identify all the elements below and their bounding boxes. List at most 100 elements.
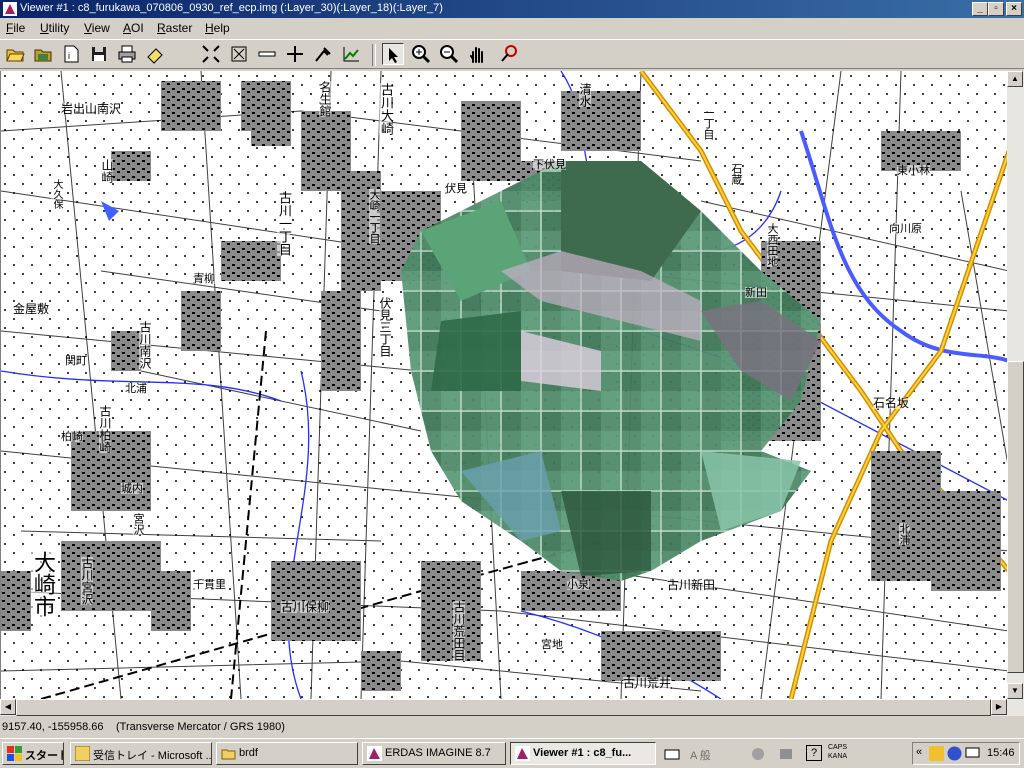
- map-viewer[interactable]: 岩出山南沢 山崎 大久保 名生館 古川大崎 清水 下伏見 大崎一丁目 古川一丁目…: [0, 71, 1008, 699]
- map-label: 古川保柳: [281, 600, 330, 614]
- windows-logo-icon: [7, 746, 22, 761]
- scroll-left-icon[interactable]: ◀: [0, 699, 16, 715]
- crosshair-icon[interactable]: [284, 43, 306, 65]
- menu-raster[interactable]: Raster: [157, 21, 192, 35]
- ime-tool-icon[interactable]: [750, 746, 766, 762]
- scroll-up-icon[interactable]: ▲: [1007, 71, 1023, 87]
- map-label: 大西田地: [766, 223, 779, 267]
- map-label: 石名坂: [873, 396, 910, 410]
- map-label: 清水: [578, 83, 592, 107]
- vertical-scrollbar[interactable]: ▲ ▼: [1007, 71, 1024, 699]
- erdas-viewer-icon: [515, 746, 530, 761]
- map-label: 宮地: [541, 638, 563, 651]
- map-label: 関町: [65, 354, 87, 367]
- map-label: 金屋敷: [13, 302, 50, 316]
- scale-icon[interactable]: [228, 43, 250, 65]
- pick-icon[interactable]: [312, 43, 334, 65]
- menu-file[interactable]: File: [6, 21, 25, 35]
- taskbar: スタート 受信トレイ - Microsoft ... brdf ERDAS IM…: [0, 738, 1024, 768]
- toolbar-separator: [372, 44, 376, 66]
- eraser-icon[interactable]: [144, 43, 166, 65]
- minimize-button[interactable]: _: [972, 2, 988, 16]
- menu-bar: File Utility View AOI Raster Help: [0, 18, 1024, 38]
- toolbar: i: [0, 39, 1024, 69]
- menu-view[interactable]: View: [84, 21, 110, 35]
- map-label: 古川荒田目: [452, 601, 466, 661]
- map-label: 古川柏崎: [98, 405, 112, 453]
- map-label: 伏見: [445, 182, 467, 195]
- map-label: 新田: [745, 286, 767, 299]
- topographic-map: [1, 71, 1008, 699]
- system-tray: « 15:46: [912, 742, 1020, 765]
- map-label: 北浦: [898, 523, 911, 545]
- status-bar: 9157.40, -155958.66 (Transverse Mercator…: [0, 717, 1024, 737]
- vertical-scroll-thumb[interactable]: [1007, 361, 1024, 673]
- save-icon[interactable]: [88, 43, 110, 65]
- clock: 15:46: [987, 747, 1015, 759]
- task-viewer[interactable]: Viewer #1 : c8_fu...: [510, 742, 656, 765]
- map-label: 一丁目: [702, 107, 715, 140]
- print-icon[interactable]: [116, 43, 138, 65]
- projection-info: (Transverse Mercator / GRS 1980): [116, 721, 285, 733]
- map-label: 古川荒井: [623, 676, 672, 690]
- scroll-right-icon[interactable]: ▶: [991, 699, 1007, 715]
- erdas-icon: [367, 746, 382, 761]
- measure-icon[interactable]: [256, 43, 278, 65]
- map-label: 古川南沢: [138, 321, 152, 369]
- title-bar[interactable]: Viewer #1 : c8_furukawa_070806_0930_ref_…: [0, 0, 1024, 18]
- zoom-out-icon[interactable]: [438, 43, 460, 65]
- keyboard-icon[interactable]: [664, 746, 680, 762]
- select-icon[interactable]: [382, 43, 404, 65]
- ime-pad-icon[interactable]: [778, 746, 794, 762]
- fit-icon[interactable]: [200, 43, 222, 65]
- map-label: 東小林: [897, 164, 930, 177]
- profile-icon[interactable]: [340, 43, 362, 65]
- map-label: 岩出山南沢: [61, 102, 122, 116]
- scroll-down-icon[interactable]: ▼: [1007, 683, 1023, 699]
- tray-expand-icon[interactable]: «: [916, 746, 922, 758]
- maximize-button[interactable]: ▫: [988, 2, 1004, 16]
- pan-icon[interactable]: [466, 43, 488, 65]
- help-icon[interactable]: ?: [806, 745, 822, 761]
- task-erdas[interactable]: ERDAS IMAGINE 8.7: [362, 742, 506, 765]
- coordinate-readout: 9157.40, -155958.66: [2, 721, 104, 733]
- menu-aoi[interactable]: AOI: [123, 21, 144, 35]
- map-label: 大久保: [51, 179, 62, 209]
- folder-icon: [221, 749, 236, 760]
- inquire-icon[interactable]: [498, 43, 520, 65]
- task-outlook[interactable]: 受信トレイ - Microsoft ...: [70, 742, 212, 765]
- map-label: 古川新田: [667, 578, 716, 592]
- start-button[interactable]: スタート: [2, 742, 64, 765]
- map-label: 千貫里: [193, 578, 226, 591]
- tray-monitor-icon[interactable]: [965, 746, 980, 761]
- menu-help[interactable]: Help: [205, 21, 230, 35]
- map-label: 伏見三丁目: [378, 297, 392, 357]
- open-layer-icon[interactable]: [32, 43, 54, 65]
- menu-utility[interactable]: Utility: [40, 21, 69, 35]
- tray-network-icon[interactable]: [947, 746, 962, 761]
- svg-text:i: i: [68, 51, 70, 61]
- map-label: 山崎: [100, 159, 114, 183]
- map-label: 柏崎: [61, 430, 83, 443]
- open-icon[interactable]: [4, 43, 26, 65]
- map-label: 名生館: [318, 81, 332, 117]
- horizontal-scroll-thumb[interactable]: [16, 699, 991, 716]
- window-title: Viewer #1 : c8_furukawa_070806_0930_ref_…: [20, 2, 443, 14]
- map-label: 大崎市: [30, 551, 55, 617]
- caps-indicator: CAPS KANA: [828, 744, 848, 760]
- new-icon[interactable]: i: [60, 43, 82, 65]
- tray-app-icon[interactable]: [929, 746, 944, 761]
- erdas-app-icon: [3, 2, 17, 16]
- task-brdf[interactable]: brdf: [216, 742, 358, 765]
- map-label: 下伏見: [533, 158, 566, 171]
- close-button[interactable]: ×: [1006, 2, 1022, 16]
- map-label: 青柳: [193, 272, 215, 285]
- ime-mode[interactable]: A 般: [690, 747, 711, 763]
- map-label: 古川大崎: [378, 83, 393, 135]
- map-label: 宮沢: [132, 513, 145, 535]
- map-label: 石蔵: [730, 163, 743, 185]
- outlook-icon: [75, 746, 90, 761]
- horizontal-scrollbar[interactable]: ◀ ▶: [0, 699, 1024, 716]
- map-label: 古川宮沢: [80, 557, 94, 605]
- zoom-in-icon[interactable]: [410, 43, 432, 65]
